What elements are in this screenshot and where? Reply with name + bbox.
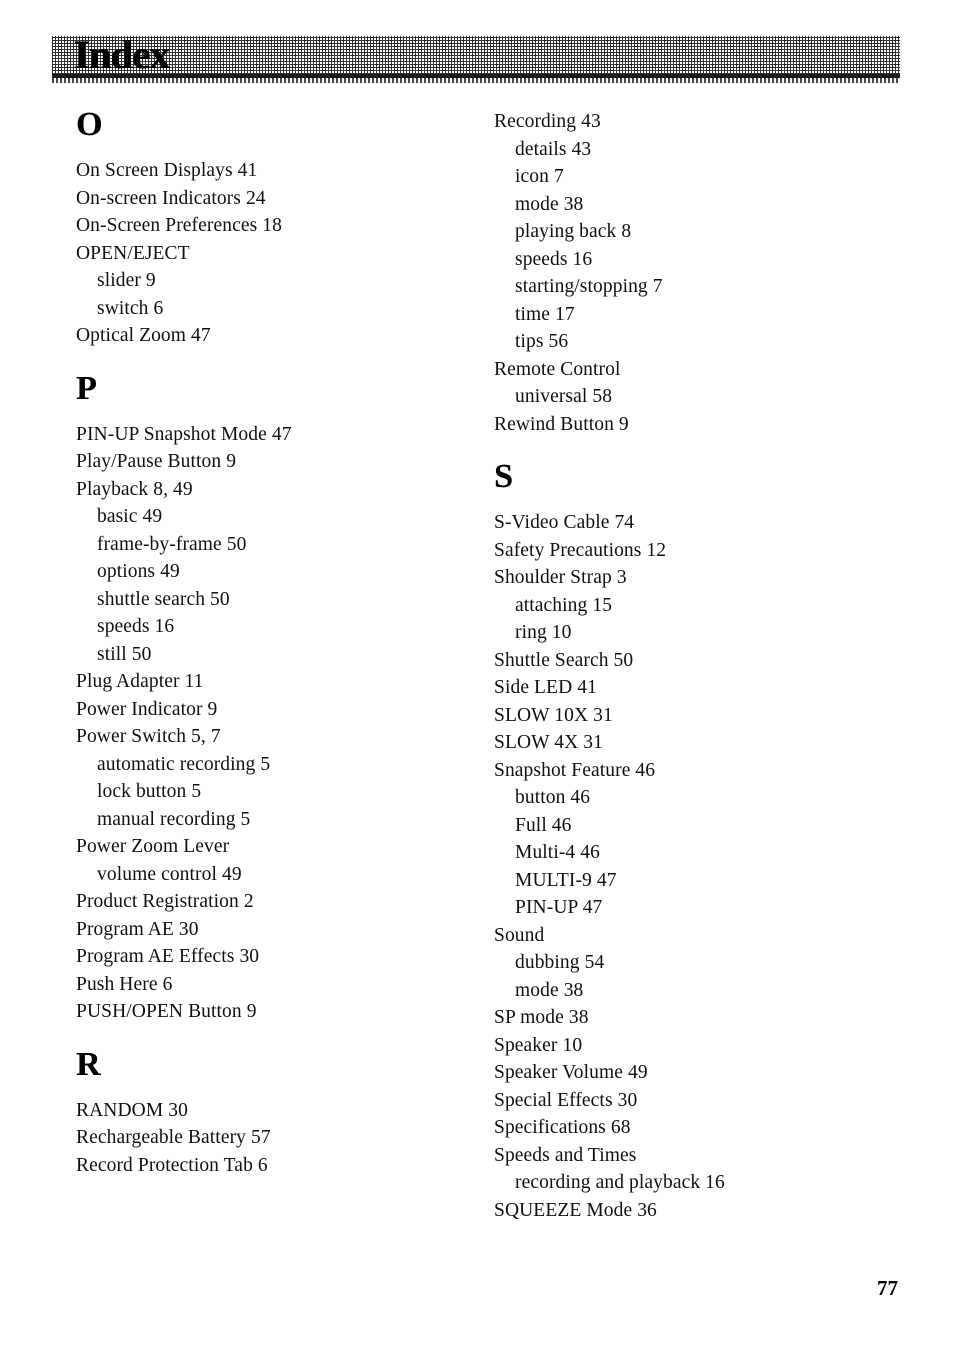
index-subentry: PIN-UP 47 (515, 897, 603, 918)
index-entry: Snapshot Feature 46 (494, 759, 656, 781)
index-subentry: speeds 16 (515, 248, 593, 270)
index-subentry: playing back 8 (515, 221, 632, 242)
index-column-left: O On Screen Displays 41 On-screen Indicato… (76, 108, 476, 1179)
index-subentry: switch 6 (97, 297, 164, 319)
index-entry-list: PIN-UP Snapshot Mode 47 Play/Pause Button… (76, 421, 476, 1026)
index-subentry: time 17 (515, 303, 575, 325)
index-entry-list: RANDOM 30 Rechargeable Battery 57 Record P… (76, 1097, 476, 1180)
index-subentry: starting/stopping 7 (515, 276, 663, 297)
index-entry: On-Screen Preferences 18 (76, 215, 282, 236)
index-subentry: options 49 (97, 561, 180, 582)
index-section: P PIN-UP Snapshot Mode 47 Play/Pause Butto… (76, 369, 476, 1026)
index-entry: Speaker Volume 49 (494, 1062, 648, 1083)
index-subentry: Full 46 (515, 814, 572, 836)
index-subentry: frame-by-frame 50 (97, 533, 247, 555)
header-halftone-fill (52, 36, 900, 74)
index-subentry: icon 7 (515, 166, 564, 187)
index-subentry: lock button 5 (97, 781, 202, 802)
index-subentry: automatic recording 5 (97, 753, 271, 775)
index-entry: SLOW 4X 31 (494, 732, 603, 753)
index-entry: Shuttle Search 50 (494, 649, 634, 671)
index-entry: Speeds and Times (494, 1144, 637, 1166)
index-entry: Play/Pause Button 9 (76, 451, 237, 472)
index-subentry: tips 56 (515, 331, 569, 352)
section-letter-heading: S (494, 458, 513, 495)
index-entry-list: S-Video Cable 74 Safety Precautions 12 Sho… (494, 509, 894, 1224)
index-section: Recording 43 details 43 icon 7 mode 38 playi… (494, 108, 894, 438)
index-entry: Recording 43 (494, 111, 601, 132)
index-entry: Special Effects 30 (494, 1089, 638, 1111)
index-subentry: mode 38 (515, 193, 584, 215)
index-entry: Playback 8, 49 (76, 478, 193, 500)
index-subentry: MULTI-9 47 (515, 869, 617, 891)
index-subentry: shuttle search 50 (97, 588, 230, 610)
index-entry: Sound (494, 924, 545, 946)
index-entry: Rewind Button 9 (494, 413, 629, 435)
index-subentry: attaching 15 (515, 594, 613, 616)
index-subentry: details 43 (515, 138, 592, 160)
section-letter-heading: R (76, 1045, 101, 1083)
index-subentry: dubbing 54 (515, 952, 605, 973)
index-entry: S-Video Cable 74 (494, 512, 635, 533)
index-entry: SQUEEZE Mode 36 (494, 1199, 657, 1221)
index-subentry: basic 49 (97, 506, 163, 527)
index-subentry: universal 58 (515, 386, 613, 407)
index-entry: Speaker 10 (494, 1034, 583, 1056)
index-subentry: speeds 16 (97, 616, 175, 637)
page-header-band: Index (52, 32, 900, 83)
index-entry: OPEN/EJECT (76, 242, 190, 264)
index-entry: SLOW 10X 31 (494, 704, 613, 726)
index-subentry: mode 38 (515, 979, 584, 1001)
index-subentry: volume control 49 (97, 863, 242, 885)
index-column-right: Recording 43 details 43 icon 7 mode 38 playi… (494, 108, 894, 1224)
index-entry: Safety Precautions 12 (494, 539, 667, 561)
header-halftone-footer (52, 78, 900, 83)
index-entry: SP mode 38 (494, 1007, 589, 1028)
index-subentry: manual recording 5 (97, 808, 251, 830)
section-letter-heading: P (76, 369, 97, 407)
index-entry: PIN-UP Snapshot Mode 47 (76, 423, 292, 445)
index-entry: Power Switch 5, 7 (76, 726, 221, 747)
index-entry: Push Here 6 (76, 973, 173, 995)
index-subentry: button 46 (515, 787, 591, 808)
index-entry: Optical Zoom 47 (76, 325, 211, 346)
index-section: S S-Video Cable 74 Safety Precautions 12 Sh… (494, 460, 894, 1224)
index-entry: Record Protection Tab 6 (76, 1154, 268, 1176)
page-number: 77 (877, 1276, 898, 1300)
section-letter-heading: O (76, 106, 103, 143)
index-entry: Program AE 30 (76, 918, 199, 940)
index-subentry: slider 9 (97, 270, 156, 291)
index-subentry: recording and playback 16 (515, 1172, 725, 1193)
index-entry: Specifications 68 (494, 1117, 631, 1138)
index-subentry: ring 10 (515, 622, 572, 643)
index-entry: Remote Control (494, 358, 621, 380)
index-section: R RANDOM 30 Rechargeable Battery 57 Record … (76, 1045, 476, 1180)
index-entry: Plug Adapter 11 (76, 671, 204, 692)
index-entry: Power Zoom Lever (76, 836, 230, 857)
index-entry: Power Indicator 9 (76, 698, 218, 720)
index-subentry: still 50 (97, 643, 152, 665)
index-entry-list: Recording 43 details 43 icon 7 mode 38 playi… (494, 108, 894, 438)
index-entry: On-screen Indicators 24 (76, 187, 266, 209)
index-entry: Side LED 41 (494, 677, 597, 698)
index-entry-list: On Screen Displays 41 On-screen Indicator… (76, 157, 476, 350)
index-entry: Rechargeable Battery 57 (76, 1127, 271, 1148)
index-section: O On Screen Displays 41 On-screen Indicato… (76, 108, 476, 350)
index-entry: Program AE Effects 30 (76, 946, 260, 967)
index-entry: Shoulder Strap 3 (494, 567, 627, 588)
index-entry: Product Registration 2 (76, 891, 254, 912)
index-entry: PUSH/OPEN Button 9 (76, 1001, 257, 1022)
index-subentry: Multi-4 46 (515, 842, 600, 863)
page-title: Index (74, 32, 170, 77)
index-entry: RANDOM 30 (76, 1099, 188, 1121)
index-entry: On Screen Displays 41 (76, 160, 258, 181)
